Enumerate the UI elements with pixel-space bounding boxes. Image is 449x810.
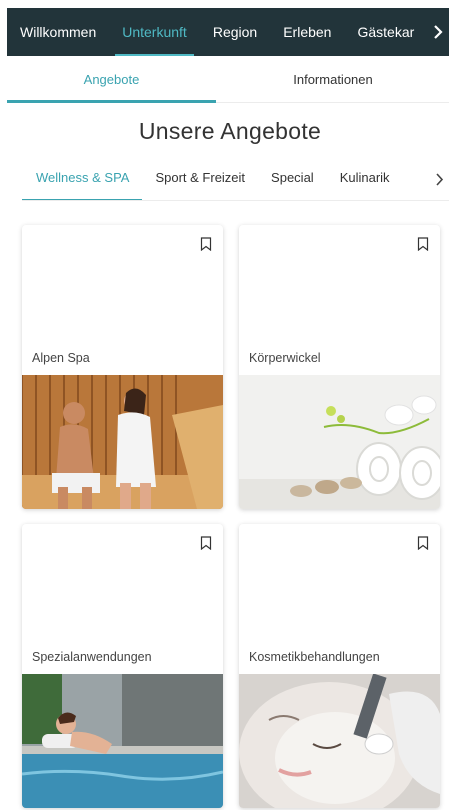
offer-title: Spezialanwendungen [32,650,152,664]
bookmark-icon[interactable] [200,237,212,251]
tab-informationen[interactable]: Informationen [216,58,449,102]
chevron-right-icon [434,25,443,39]
offer-image-facial [239,674,440,808]
top-navigation: Willkommen Unterkunft Region Erleben Gäs… [7,8,449,56]
page-title: Unsere Angebote [138,118,322,144]
offer-card-koerperwickel[interactable]: Körperwickel [239,225,440,509]
tab-angebote[interactable]: Angebote [7,58,216,103]
nav-item-region[interactable]: Region [200,8,270,56]
chevron-right-icon [435,172,443,186]
offer-title: Alpen Spa [32,351,90,365]
nav-item-unterkunft[interactable]: Unterkunft [109,8,200,56]
category-tabs: Wellness & SPA Sport & Freizeit Special … [22,158,449,201]
bookmark-icon[interactable] [200,536,212,550]
category-tab-special[interactable]: Special [258,158,327,200]
offer-card-kosmetikbehandlungen[interactable]: Kosmetikbehandlungen [239,524,440,808]
offer-card-spezialanwendungen[interactable]: Spezialanwendungen [22,524,223,808]
category-tab-wellness-spa[interactable]: Wellness & SPA [22,158,143,200]
offer-image-pool [22,674,223,808]
category-tab-sport-freizeit[interactable]: Sport & Freizeit [142,158,258,200]
bookmark-icon[interactable] [417,237,429,251]
nav-item-willkommen[interactable]: Willkommen [7,8,109,56]
offer-title: Körperwickel [249,351,321,365]
offer-image-sauna [22,375,223,509]
category-scroll-right-button[interactable] [428,158,449,200]
offer-title: Kosmetikbehandlungen [249,650,380,664]
bookmark-icon[interactable] [417,536,429,550]
category-tab-kulinarik[interactable]: Kulinarik [327,158,403,200]
nav-item-gaestekarte[interactable]: Gästekar [344,8,427,56]
offer-card-alpen-spa[interactable]: Alpen Spa [22,225,223,509]
nav-scroll-right-button[interactable] [426,8,449,56]
sub-tabs: Angebote Informationen [7,58,449,103]
nav-item-erleben[interactable]: Erleben [270,8,344,56]
offer-image-towels [239,375,440,509]
